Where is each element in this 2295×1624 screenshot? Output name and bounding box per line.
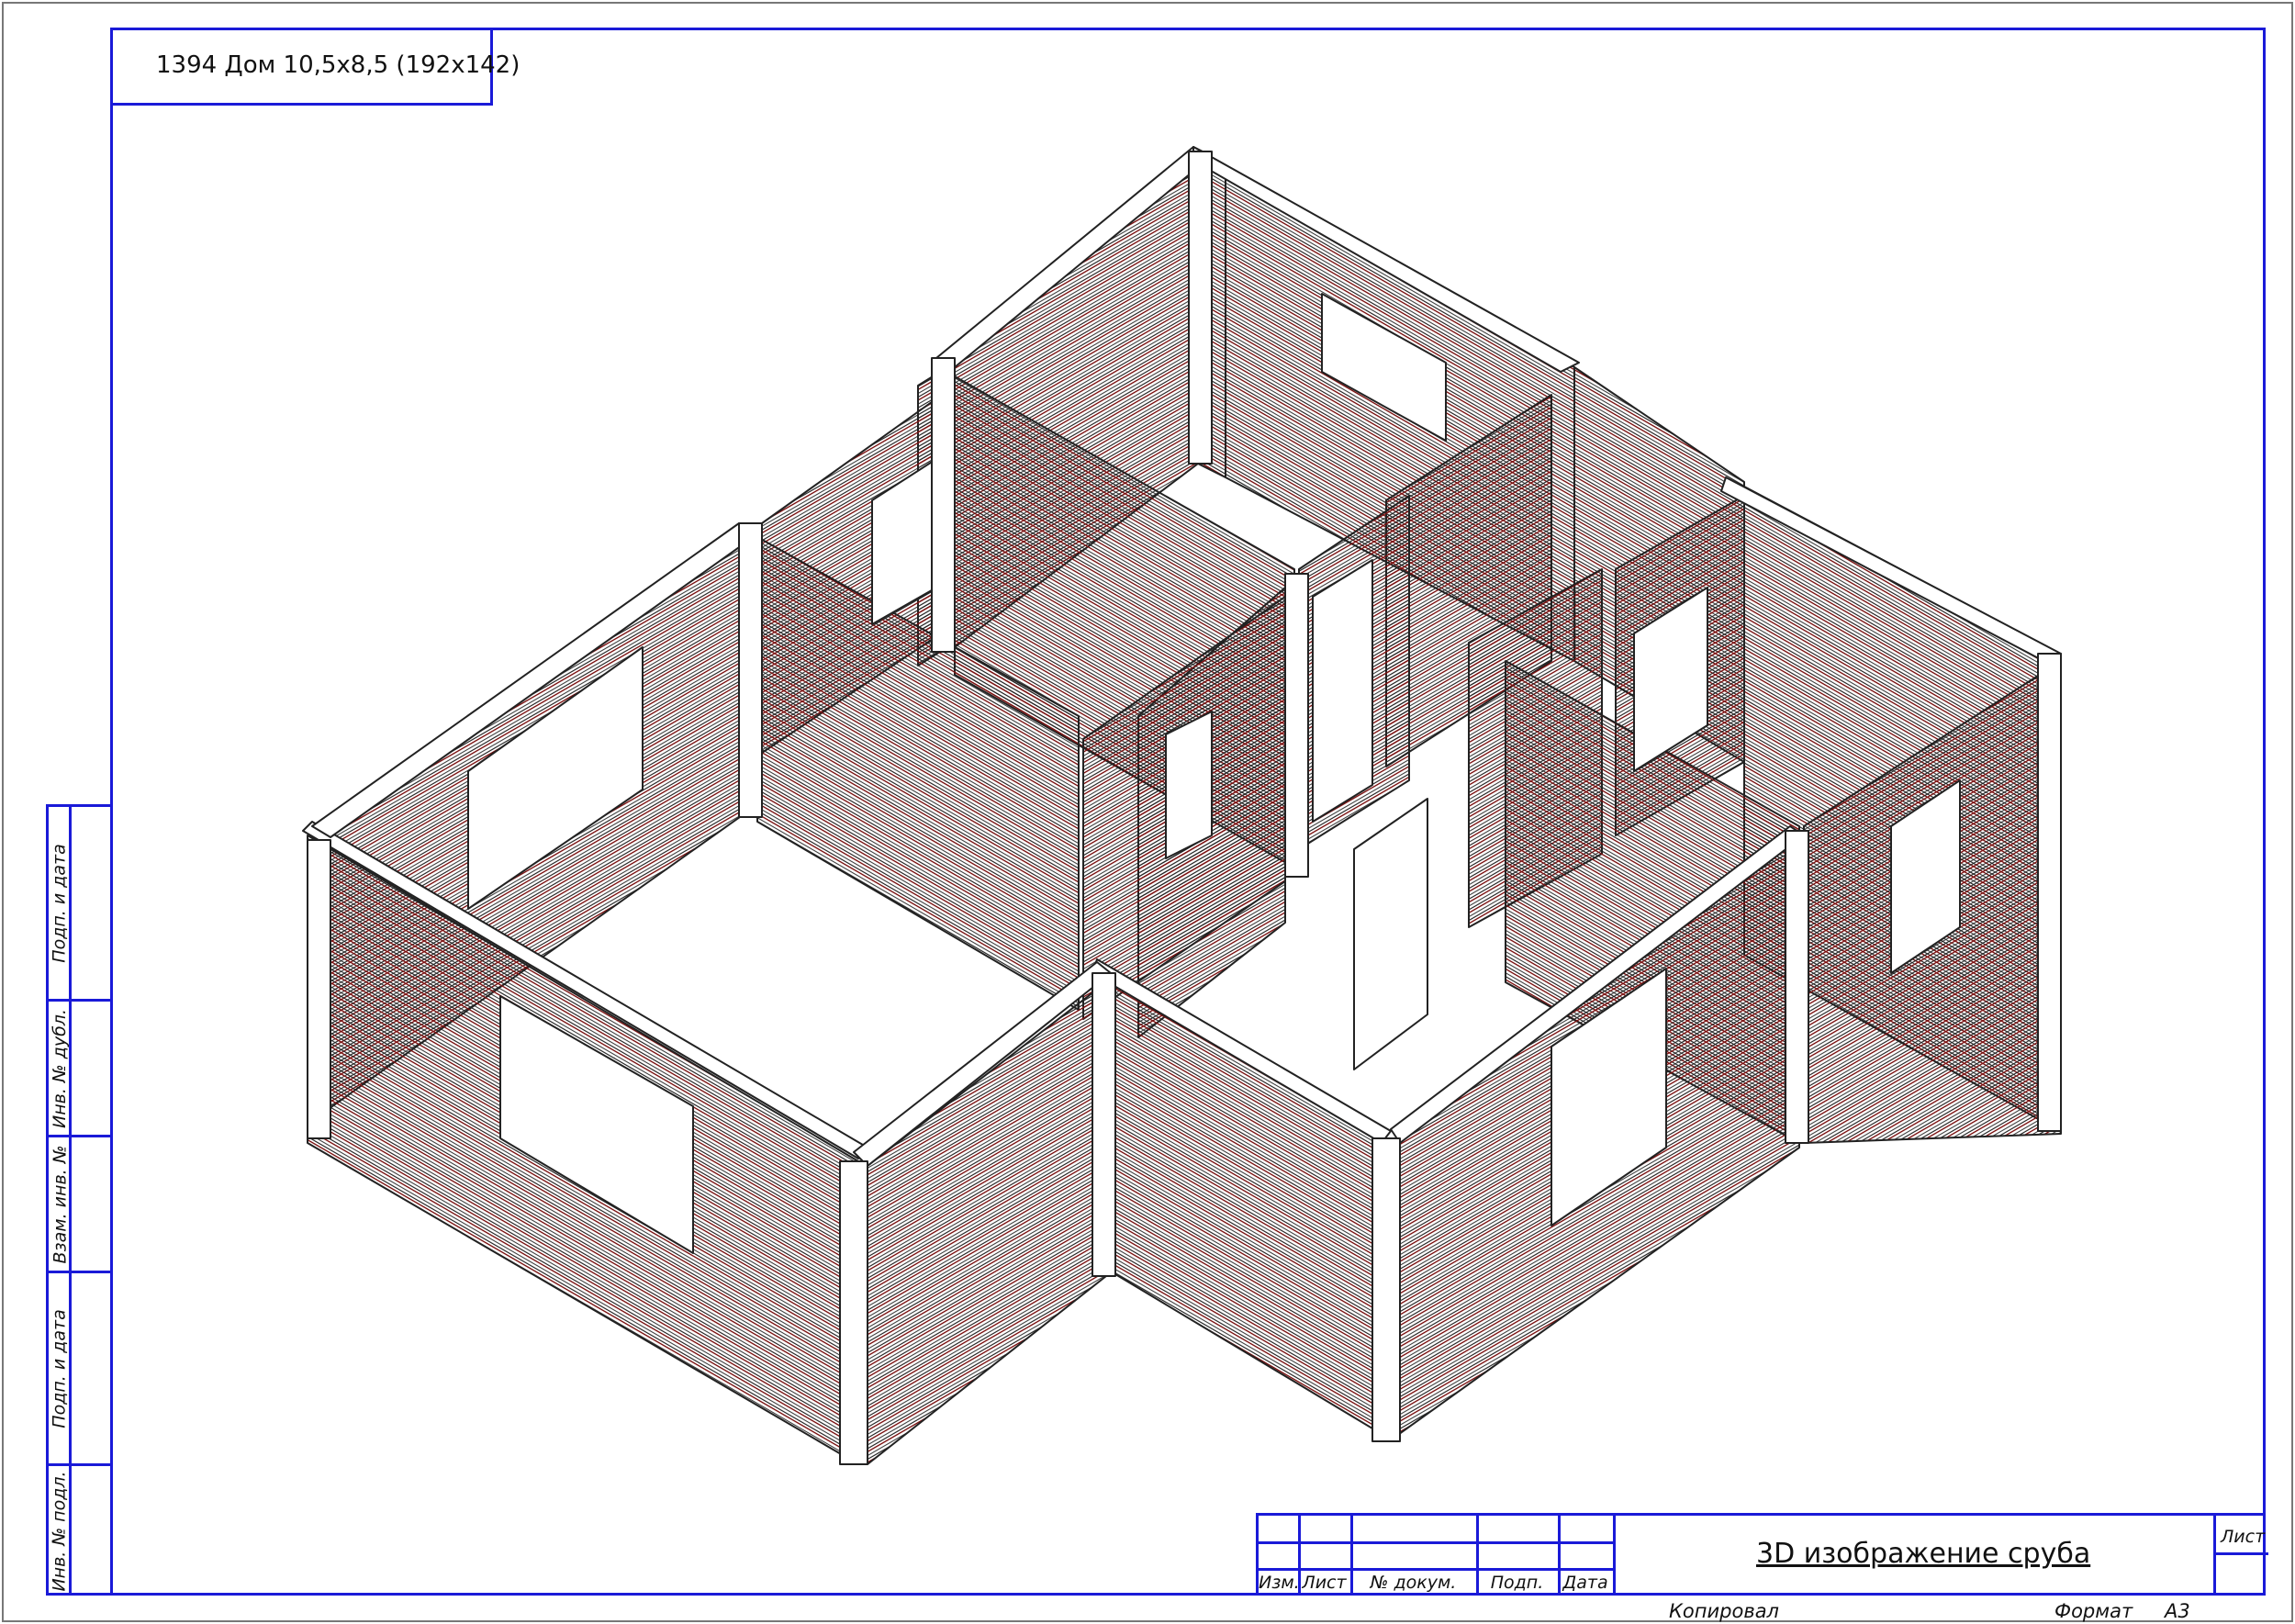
copied-label: Копировал — [1669, 1600, 1779, 1622]
drawing-title: 3D изображение сруба — [1756, 1538, 2091, 1570]
side-cell-3: Взам. инв. № — [49, 1135, 110, 1271]
corner-post-center — [1371, 1137, 1401, 1442]
side-text-wrap: Подп. и дата — [49, 1273, 71, 1463]
stamp-line — [1259, 1568, 1613, 1571]
stamp-header-doc-no: № докум. — [1370, 1573, 1457, 1593]
stamp-line — [1613, 1516, 1616, 1596]
side-label-orig: Инв. № подл. — [50, 1470, 70, 1592]
stamp-line — [2213, 1552, 2268, 1555]
side-text-wrap: Инв. № дубл. — [49, 1002, 71, 1135]
side-cell-2: Инв. № дубл. — [49, 999, 110, 1135]
side-label-replace: Взам. инв. № — [50, 1144, 71, 1264]
sheet-label: Лист — [2221, 1527, 2266, 1547]
format-label: Формат — [2054, 1600, 2133, 1622]
side-cell-1: Подп. и дата — [49, 807, 110, 999]
front-center-wall — [1110, 968, 1387, 1438]
door-center — [1353, 798, 1428, 1070]
side-cell-5: Инв. № подл. — [49, 1463, 110, 1596]
corner-post-right — [1785, 830, 1809, 1144]
window-partition — [1165, 711, 1213, 859]
stamp-line — [1259, 1541, 1613, 1544]
side-label-dupl: Инв. № дубл. — [50, 1008, 70, 1128]
stamp-header-sign: Подп. — [1490, 1573, 1544, 1593]
corner-post-right-back — [2037, 653, 2062, 1132]
side-cell-4: Подп. и дата — [49, 1271, 110, 1463]
side-label-sign-date-2: Подп. и дата — [50, 1308, 70, 1428]
corner-post-front — [839, 1160, 868, 1465]
stamp-header-date: Дата — [1562, 1573, 1608, 1593]
stamp-header-sheet: Лист — [1302, 1573, 1347, 1593]
door-back-center — [1312, 559, 1373, 823]
corner-post-back-left — [931, 357, 956, 653]
log-house-isometric-drawing — [302, 146, 2062, 1465]
side-label-sign-date: Подп. и дата — [50, 843, 70, 963]
side-text-wrap: Взам. инв. № — [49, 1137, 71, 1271]
corner-post-front-mid — [1092, 972, 1116, 1277]
corner-post-partition — [738, 522, 763, 818]
side-text-wrap: Инв. № подл. — [49, 1466, 71, 1596]
side-text-wrap: Подп. и дата — [49, 807, 71, 999]
side-stamp: Подп. и дата Инв. № дубл. Взам. инв. № П… — [46, 804, 110, 1596]
stamp-header-change: Изм. — [1259, 1573, 1300, 1593]
corner-post-inner — [1284, 573, 1309, 878]
corner-post-back — [1188, 151, 1213, 465]
corner-post-front-left — [307, 839, 331, 1139]
format-value: А3 — [2165, 1600, 2190, 1622]
title-block: Изм. Лист № докум. Подп. Дата 3D изображ… — [1256, 1513, 2268, 1596]
stamp-line — [2213, 1516, 2216, 1596]
